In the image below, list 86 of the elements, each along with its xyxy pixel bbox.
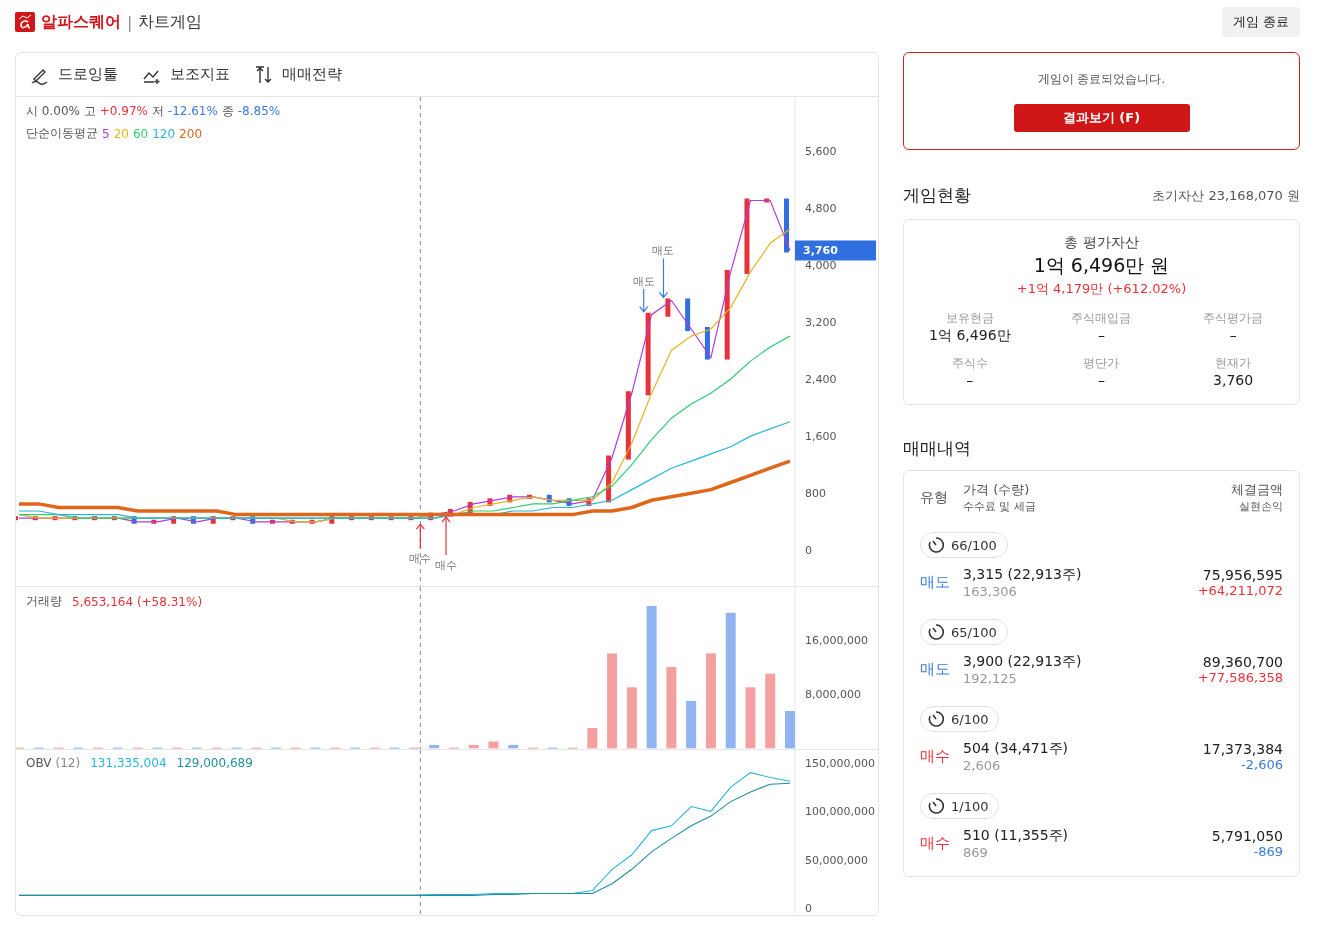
axis-label: 4,000: [805, 258, 837, 272]
axis-label: 0: [805, 544, 812, 558]
trade-type: 매도: [920, 660, 951, 679]
trade-price: 3,900 (22,913주): [963, 653, 1082, 671]
trade-type: 매수: [920, 834, 951, 853]
stat-label: 보유현금: [945, 310, 994, 327]
axis-label: 4,800: [805, 201, 837, 215]
realized-pnl: +77,586,358: [1197, 670, 1283, 685]
trade-type: 매도: [920, 573, 951, 592]
sell-label: 매도: [652, 244, 675, 258]
obv-reading: 131,335,004: [90, 756, 167, 770]
axis-label: 100,000,000: [805, 805, 875, 819]
sell-label: 매도: [632, 274, 655, 288]
axis-label: 3,200: [805, 315, 837, 329]
section-title: 매매내역: [903, 437, 971, 460]
total-assets-value: 1억 6,496만 원: [1033, 253, 1170, 278]
axis-label: 50,000,000: [805, 853, 868, 867]
axis-label: 16,000,000: [805, 633, 868, 647]
axis-label: 800: [805, 487, 826, 501]
page-title: 차트게임: [138, 11, 203, 33]
total-assets-change: +1억 4,179만 (+612.02%): [1016, 280, 1187, 298]
column-header: 체결금액: [1231, 481, 1283, 499]
obv-reading: 129,000,689: [176, 756, 253, 770]
trade-price: 510 (11,355주): [963, 827, 1069, 845]
stat-label: 현재가: [1215, 355, 1252, 372]
indicator-label: OBV: [26, 756, 52, 770]
stat-label: 주식매입금: [1071, 310, 1132, 327]
price-change-reading: 종 -8.85%: [221, 103, 281, 120]
column-header: 가격 (수량): [963, 481, 1030, 499]
trade-fee: 192,125: [963, 671, 1017, 686]
indicator-label: 거래량: [26, 593, 62, 610]
trade-fee: 869: [963, 845, 988, 860]
ma-period-label: 20: [113, 126, 129, 141]
stat-value: –: [1229, 327, 1237, 343]
stat-label: 평단가: [1083, 355, 1120, 372]
column-header: 실현손익: [1239, 499, 1283, 514]
section-title: 게임현황: [903, 184, 971, 207]
stat-value: –: [966, 372, 974, 388]
stat-value: –: [1098, 327, 1105, 343]
current-price-tag: 3,760: [795, 240, 876, 261]
axis-label: 150,000,000: [805, 756, 875, 770]
stat-label: 주식평가금: [1203, 310, 1264, 327]
column-header: 유형: [920, 488, 949, 507]
axis-label: 2,400: [805, 373, 837, 386]
axis-label: 8,000,000: [805, 688, 861, 702]
game-over-message: 게임이 종료되었습니다.: [1037, 70, 1166, 88]
brand-name: 알파스퀘어: [41, 11, 121, 33]
trade-type: 매수: [920, 747, 951, 766]
trade-amount: 17,373,384: [1202, 741, 1283, 757]
stat-label: 주식수: [951, 355, 988, 372]
volume-reading: 5,653,164 (+58.31%): [72, 594, 203, 609]
trade-fee: 163,306: [963, 584, 1017, 599]
ma-period-label: 120: [152, 126, 176, 141]
ma-period-label: 200: [179, 126, 202, 141]
trade-fee: 2,606: [963, 758, 1001, 773]
realized-pnl: -2,606: [1241, 757, 1283, 772]
buy-label: 매수: [435, 559, 457, 573]
price-change-reading: 시 0.00%: [26, 103, 80, 120]
realized-pnl: +64,211,072: [1197, 583, 1283, 598]
trade-amount: 5,791,050: [1211, 828, 1283, 844]
indicator-period: (12): [55, 756, 81, 770]
column-header: 수수료 및 세금: [963, 499, 1036, 514]
trade-price: 504 (34,471주): [963, 740, 1069, 758]
realized-pnl: -869: [1253, 844, 1283, 859]
ma-period-label: 60: [132, 126, 149, 141]
axis-label: 1,600: [805, 430, 837, 444]
initial-assets: 초기자산 23,168,070 원: [1152, 186, 1300, 205]
trade-amount: 89,360,700: [1202, 654, 1283, 670]
turn-count: 65/100: [951, 624, 997, 640]
buy-label: 매수: [409, 552, 432, 566]
axis-label: 5,600: [805, 144, 837, 158]
turn-count: 1/100: [951, 798, 989, 814]
turn-count: 66/100: [951, 537, 997, 553]
indicator-label: 단순이동평균: [26, 125, 98, 142]
price-change-reading: 저 -12.61%: [151, 103, 218, 120]
trade-amount: 75,956,595: [1202, 567, 1283, 583]
stat-value: 3,760: [1213, 372, 1254, 388]
axis-label: 0: [805, 902, 812, 914]
total-assets-label: 총 평가자산: [1064, 234, 1139, 252]
turn-count: 6/100: [951, 711, 989, 727]
ma-period-label: 5: [102, 126, 110, 141]
price-change-reading: 고 +0.97%: [83, 103, 148, 120]
title-separator: |: [127, 12, 133, 32]
stat-value: 1억 6,496만: [929, 327, 1011, 345]
trade-price: 3,315 (22,913주): [963, 566, 1082, 584]
stat-value: –: [1098, 372, 1105, 388]
